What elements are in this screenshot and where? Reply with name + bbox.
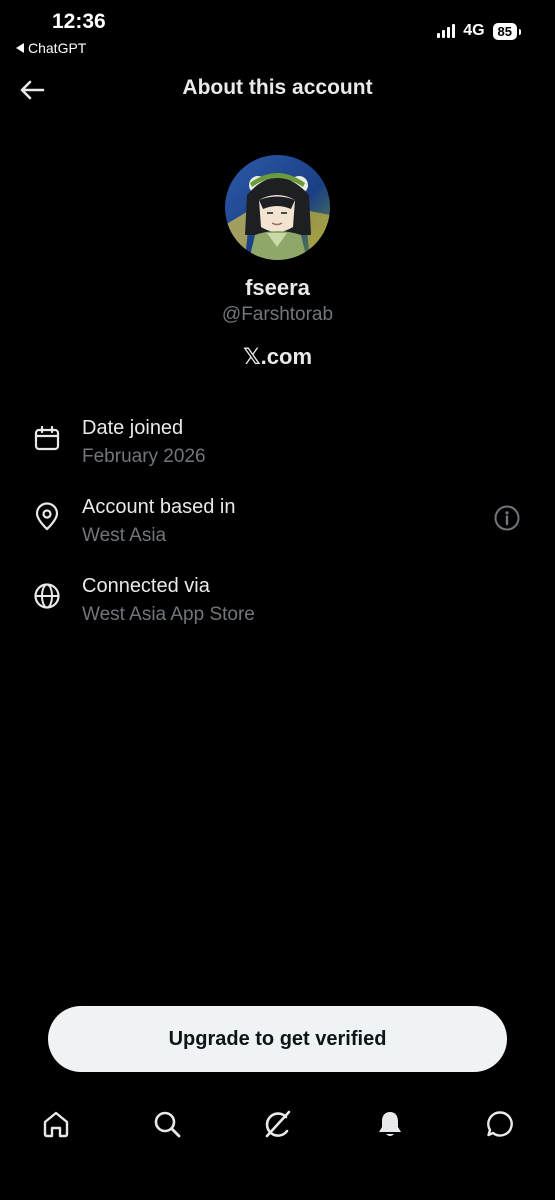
cellular-signal-icon (437, 24, 456, 38)
status-indicators: 4G 85 (437, 22, 522, 40)
info-row-date-joined: Date joined February 2026 (32, 417, 525, 473)
row-label: Date joined (82, 417, 184, 439)
notifications-icon (379, 1112, 401, 1136)
arrow-left-icon (20, 80, 45, 100)
back-triangle-icon (16, 43, 24, 53)
nav-notifications[interactable] (372, 1106, 408, 1142)
messages-icon (487, 1111, 513, 1137)
search-icon (154, 1111, 181, 1138)
location-pin-icon (35, 502, 59, 531)
domain-label: 𝕏.com (242, 344, 313, 369)
nav-search[interactable] (149, 1106, 185, 1142)
info-icon[interactable] (493, 504, 521, 532)
grok-icon (265, 1110, 291, 1138)
nav-grok[interactable] (260, 1106, 296, 1142)
status-time: 12:36 (52, 10, 106, 33)
row-label: Connected via (82, 575, 210, 597)
avatar-image (225, 155, 330, 260)
globe-icon (34, 583, 60, 609)
page-title: About this account (182, 76, 373, 99)
nav-messages[interactable] (482, 1106, 518, 1142)
display-name: fseera (245, 275, 310, 300)
bottom-nav (0, 1098, 555, 1150)
user-handle: @Farshtorab (221, 304, 334, 325)
row-label: Account based in (82, 496, 236, 518)
upgrade-verified-button[interactable]: Upgrade to get verified (48, 1006, 507, 1072)
row-value: February 2026 (82, 446, 206, 467)
avatar[interactable] (225, 155, 330, 260)
row-value: West Asia App Store (82, 604, 255, 625)
back-to-app-link[interactable]: ChatGPT (16, 40, 86, 56)
nav-home[interactable] (38, 1106, 74, 1142)
back-app-label: ChatGPT (28, 40, 87, 56)
info-row-account-based-in: Account based in West Asia (32, 496, 525, 552)
row-value: West Asia (82, 525, 167, 546)
home-icon (43, 1111, 69, 1138)
network-type: 4G (463, 22, 485, 39)
back-button[interactable] (16, 76, 48, 104)
info-row-connected-via: Connected via West Asia App Store (32, 575, 525, 631)
calendar-icon (34, 425, 60, 451)
battery-level: 85 (492, 22, 522, 40)
